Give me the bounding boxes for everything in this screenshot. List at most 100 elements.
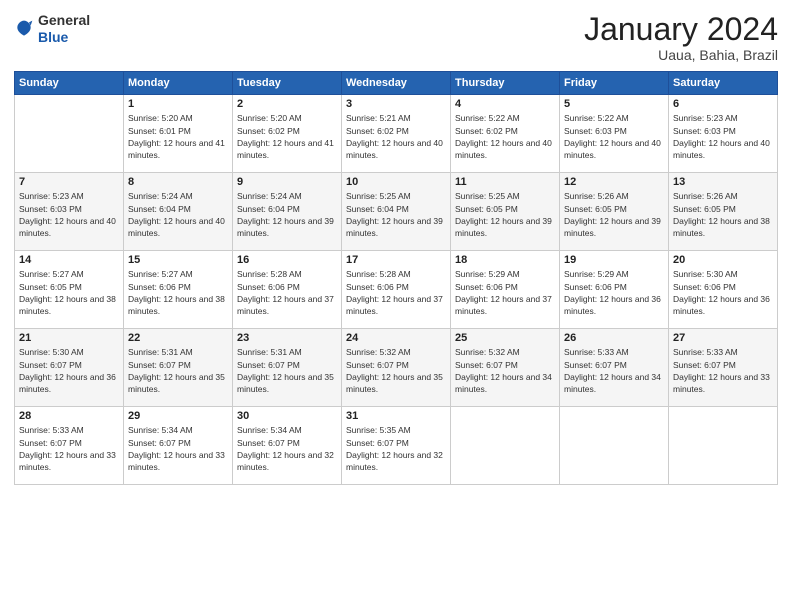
day-info: Sunrise: 5:22 AM Sunset: 6:02 PM Dayligh… [455, 112, 555, 161]
day-number: 11 [455, 176, 555, 188]
day-info: Sunrise: 5:29 AM Sunset: 6:06 PM Dayligh… [564, 268, 664, 317]
day-number: 8 [128, 176, 228, 188]
day-info: Sunrise: 5:30 AM Sunset: 6:07 PM Dayligh… [19, 346, 119, 395]
cell-w4-d1: 22 Sunrise: 5:31 AM Sunset: 6:07 PM Dayl… [124, 329, 233, 407]
day-number: 18 [455, 254, 555, 266]
day-info: Sunrise: 5:34 AM Sunset: 6:07 PM Dayligh… [128, 424, 228, 473]
day-info: Sunrise: 5:34 AM Sunset: 6:07 PM Dayligh… [237, 424, 337, 473]
cell-w5-d5 [560, 407, 669, 485]
cell-w3-d2: 16 Sunrise: 5:28 AM Sunset: 6:06 PM Dayl… [233, 251, 342, 329]
calendar-body: 1 Sunrise: 5:20 AM Sunset: 6:01 PM Dayli… [15, 95, 778, 485]
day-info: Sunrise: 5:32 AM Sunset: 6:07 PM Dayligh… [346, 346, 446, 395]
logo-text: General Blue [38, 12, 90, 46]
week-row-3: 14 Sunrise: 5:27 AM Sunset: 6:05 PM Dayl… [15, 251, 778, 329]
cell-w2-d2: 9 Sunrise: 5:24 AM Sunset: 6:04 PM Dayli… [233, 173, 342, 251]
day-number: 15 [128, 254, 228, 266]
day-info: Sunrise: 5:33 AM Sunset: 6:07 PM Dayligh… [673, 346, 773, 395]
cell-w1-d6: 6 Sunrise: 5:23 AM Sunset: 6:03 PM Dayli… [669, 95, 778, 173]
day-number: 14 [19, 254, 119, 266]
col-friday: Friday [560, 72, 669, 95]
day-info: Sunrise: 5:23 AM Sunset: 6:03 PM Dayligh… [673, 112, 773, 161]
cell-w4-d6: 27 Sunrise: 5:33 AM Sunset: 6:07 PM Dayl… [669, 329, 778, 407]
cell-w4-d3: 24 Sunrise: 5:32 AM Sunset: 6:07 PM Dayl… [342, 329, 451, 407]
day-number: 22 [128, 332, 228, 344]
logo-blue: Blue [38, 29, 68, 45]
day-info: Sunrise: 5:35 AM Sunset: 6:07 PM Dayligh… [346, 424, 446, 473]
day-number: 19 [564, 254, 664, 266]
day-info: Sunrise: 5:33 AM Sunset: 6:07 PM Dayligh… [564, 346, 664, 395]
day-number: 23 [237, 332, 337, 344]
week-row-1: 1 Sunrise: 5:20 AM Sunset: 6:01 PM Dayli… [15, 95, 778, 173]
day-info: Sunrise: 5:31 AM Sunset: 6:07 PM Dayligh… [128, 346, 228, 395]
col-wednesday: Wednesday [342, 72, 451, 95]
day-info: Sunrise: 5:33 AM Sunset: 6:07 PM Dayligh… [19, 424, 119, 473]
cell-w1-d2: 2 Sunrise: 5:20 AM Sunset: 6:02 PM Dayli… [233, 95, 342, 173]
day-info: Sunrise: 5:26 AM Sunset: 6:05 PM Dayligh… [564, 190, 664, 239]
day-number: 27 [673, 332, 773, 344]
col-tuesday: Tuesday [233, 72, 342, 95]
calendar-table: Sunday Monday Tuesday Wednesday Thursday… [14, 71, 778, 485]
day-number: 7 [19, 176, 119, 188]
title-block: January 2024 Uaua, Bahia, Brazil [584, 12, 778, 63]
cell-w2-d5: 12 Sunrise: 5:26 AM Sunset: 6:05 PM Dayl… [560, 173, 669, 251]
day-info: Sunrise: 5:25 AM Sunset: 6:04 PM Dayligh… [346, 190, 446, 239]
day-info: Sunrise: 5:21 AM Sunset: 6:02 PM Dayligh… [346, 112, 446, 161]
cell-w5-d4 [451, 407, 560, 485]
cell-w3-d5: 19 Sunrise: 5:29 AM Sunset: 6:06 PM Dayl… [560, 251, 669, 329]
day-number: 21 [19, 332, 119, 344]
day-info: Sunrise: 5:23 AM Sunset: 6:03 PM Dayligh… [19, 190, 119, 239]
day-number: 26 [564, 332, 664, 344]
day-number: 1 [128, 98, 228, 110]
day-number: 12 [564, 176, 664, 188]
cell-w3-d0: 14 Sunrise: 5:27 AM Sunset: 6:05 PM Dayl… [15, 251, 124, 329]
day-info: Sunrise: 5:27 AM Sunset: 6:05 PM Dayligh… [19, 268, 119, 317]
day-info: Sunrise: 5:30 AM Sunset: 6:06 PM Dayligh… [673, 268, 773, 317]
weekday-row: Sunday Monday Tuesday Wednesday Thursday… [15, 72, 778, 95]
col-saturday: Saturday [669, 72, 778, 95]
day-info: Sunrise: 5:28 AM Sunset: 6:06 PM Dayligh… [346, 268, 446, 317]
day-info: Sunrise: 5:31 AM Sunset: 6:07 PM Dayligh… [237, 346, 337, 395]
day-number: 28 [19, 410, 119, 422]
cell-w5-d6 [669, 407, 778, 485]
logo: General Blue [14, 12, 90, 46]
day-info: Sunrise: 5:25 AM Sunset: 6:05 PM Dayligh… [455, 190, 555, 239]
cell-w2-d1: 8 Sunrise: 5:24 AM Sunset: 6:04 PM Dayli… [124, 173, 233, 251]
day-info: Sunrise: 5:26 AM Sunset: 6:05 PM Dayligh… [673, 190, 773, 239]
cell-w5-d0: 28 Sunrise: 5:33 AM Sunset: 6:07 PM Dayl… [15, 407, 124, 485]
day-number: 10 [346, 176, 446, 188]
col-sunday: Sunday [15, 72, 124, 95]
day-info: Sunrise: 5:27 AM Sunset: 6:06 PM Dayligh… [128, 268, 228, 317]
day-info: Sunrise: 5:32 AM Sunset: 6:07 PM Dayligh… [455, 346, 555, 395]
day-number: 29 [128, 410, 228, 422]
day-number: 4 [455, 98, 555, 110]
day-number: 16 [237, 254, 337, 266]
day-info: Sunrise: 5:24 AM Sunset: 6:04 PM Dayligh… [237, 190, 337, 239]
cell-w3-d1: 15 Sunrise: 5:27 AM Sunset: 6:06 PM Dayl… [124, 251, 233, 329]
day-info: Sunrise: 5:24 AM Sunset: 6:04 PM Dayligh… [128, 190, 228, 239]
cell-w4-d5: 26 Sunrise: 5:33 AM Sunset: 6:07 PM Dayl… [560, 329, 669, 407]
day-number: 20 [673, 254, 773, 266]
day-number: 25 [455, 332, 555, 344]
day-number: 3 [346, 98, 446, 110]
cell-w1-d5: 5 Sunrise: 5:22 AM Sunset: 6:03 PM Dayli… [560, 95, 669, 173]
day-number: 2 [237, 98, 337, 110]
day-info: Sunrise: 5:28 AM Sunset: 6:06 PM Dayligh… [237, 268, 337, 317]
day-info: Sunrise: 5:20 AM Sunset: 6:02 PM Dayligh… [237, 112, 337, 161]
week-row-4: 21 Sunrise: 5:30 AM Sunset: 6:07 PM Dayl… [15, 329, 778, 407]
week-row-2: 7 Sunrise: 5:23 AM Sunset: 6:03 PM Dayli… [15, 173, 778, 251]
day-info: Sunrise: 5:20 AM Sunset: 6:01 PM Dayligh… [128, 112, 228, 161]
cell-w5-d1: 29 Sunrise: 5:34 AM Sunset: 6:07 PM Dayl… [124, 407, 233, 485]
day-number: 30 [237, 410, 337, 422]
cell-w2-d6: 13 Sunrise: 5:26 AM Sunset: 6:05 PM Dayl… [669, 173, 778, 251]
calendar-header: Sunday Monday Tuesday Wednesday Thursday… [15, 72, 778, 95]
calendar-page: General Blue January 2024 Uaua, Bahia, B… [0, 0, 792, 612]
cell-w3-d3: 17 Sunrise: 5:28 AM Sunset: 6:06 PM Dayl… [342, 251, 451, 329]
cell-w3-d4: 18 Sunrise: 5:29 AM Sunset: 6:06 PM Dayl… [451, 251, 560, 329]
logo-icon [14, 19, 34, 39]
day-info: Sunrise: 5:22 AM Sunset: 6:03 PM Dayligh… [564, 112, 664, 161]
subtitle: Uaua, Bahia, Brazil [584, 47, 778, 63]
cell-w4-d0: 21 Sunrise: 5:30 AM Sunset: 6:07 PM Dayl… [15, 329, 124, 407]
col-thursday: Thursday [451, 72, 560, 95]
day-number: 17 [346, 254, 446, 266]
day-info: Sunrise: 5:29 AM Sunset: 6:06 PM Dayligh… [455, 268, 555, 317]
